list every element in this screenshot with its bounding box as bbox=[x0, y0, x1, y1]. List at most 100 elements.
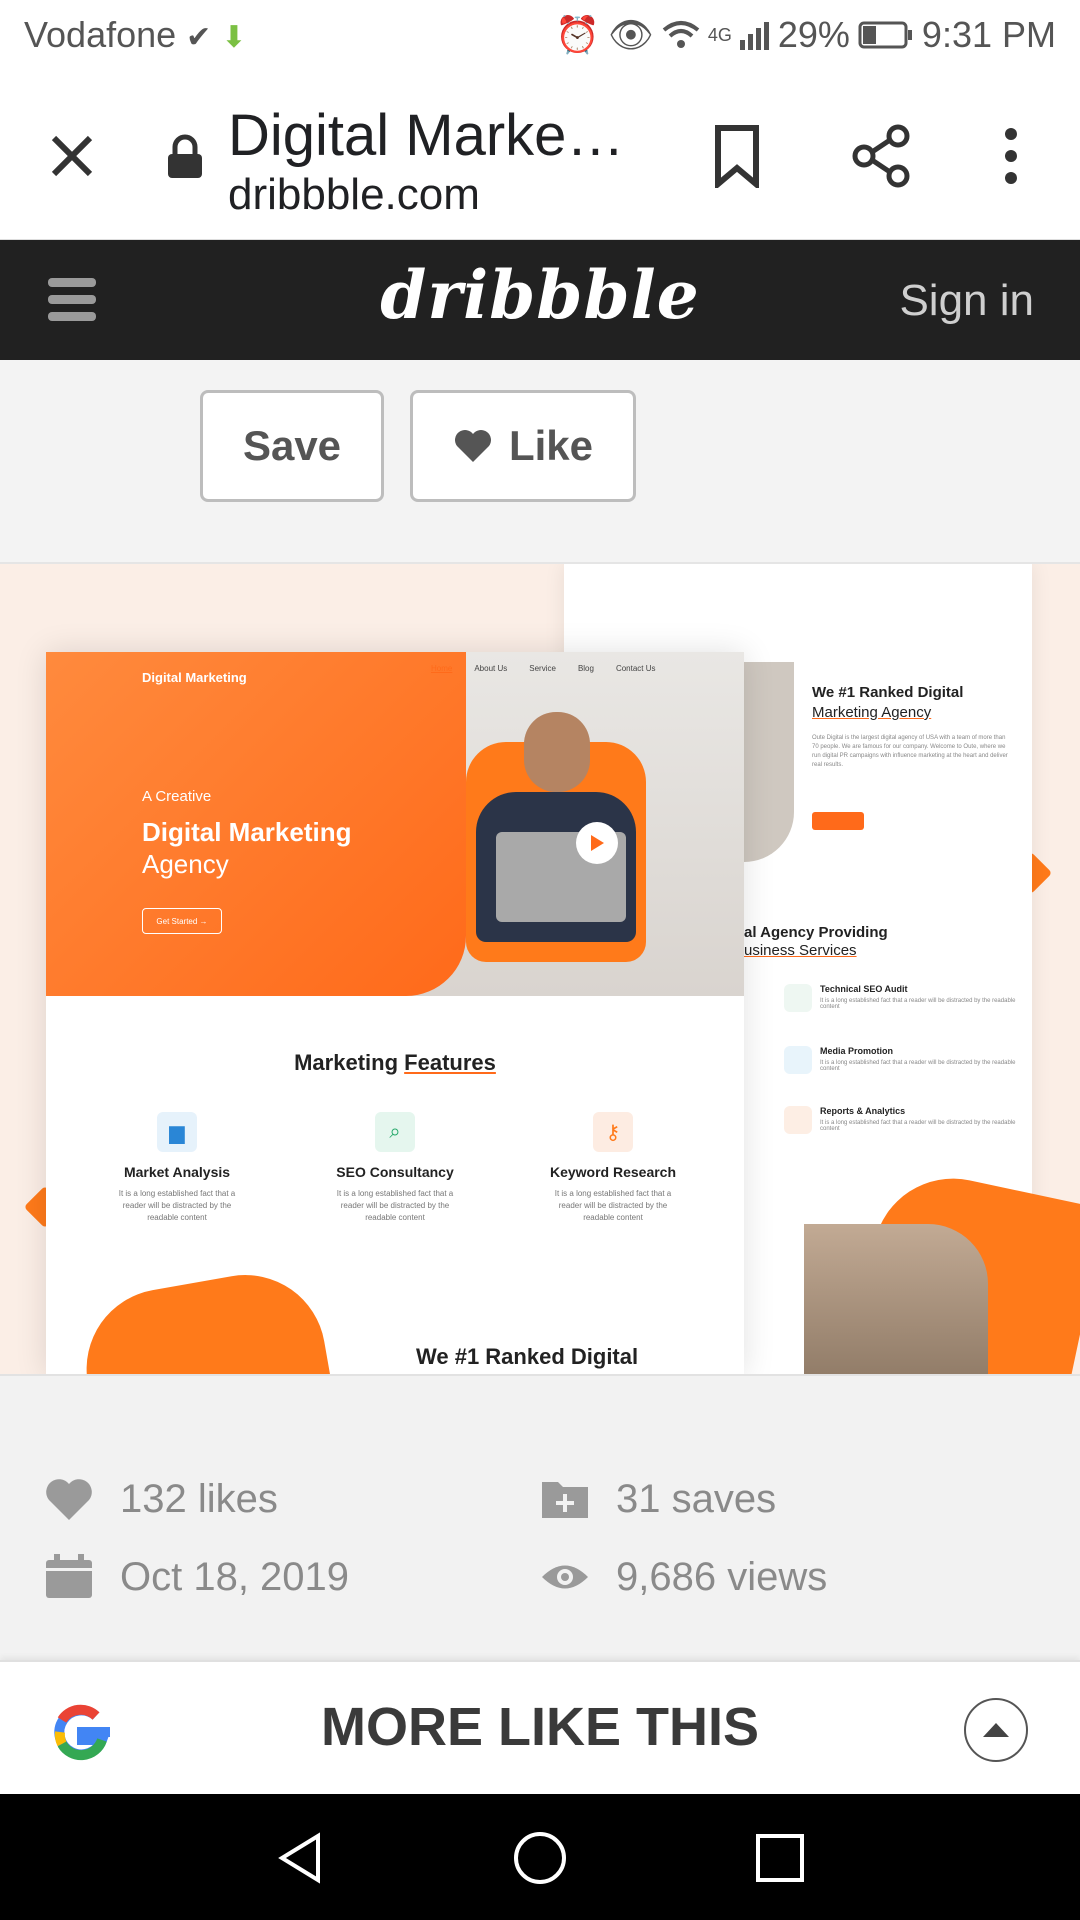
features-title-a: Marketing bbox=[294, 1050, 399, 1075]
back-learn-more-button bbox=[812, 812, 864, 830]
back-icon[interactable] bbox=[272, 1830, 328, 1886]
bar-chart-icon: ▆ bbox=[157, 1112, 197, 1152]
seo-icon bbox=[784, 984, 812, 1012]
feature-name: SEO Consultancy bbox=[336, 1164, 454, 1180]
back-section-heading: al Agency Providing bbox=[744, 924, 888, 941]
service-item: Technical SEO Audit It is a long establi… bbox=[784, 984, 1020, 1012]
clock: 9:31 PM bbox=[921, 14, 1056, 55]
shot-actions: Save Like bbox=[0, 360, 1080, 560]
battery-icon bbox=[858, 21, 912, 49]
browser-toolbar: Digital Marke… dribbble.com bbox=[0, 76, 1080, 240]
service-item: Reports & Analytics It is a long establi… bbox=[784, 1106, 1020, 1134]
close-icon[interactable] bbox=[44, 128, 100, 184]
home-icon[interactable] bbox=[512, 1830, 568, 1886]
mockup-nav-item: Home bbox=[431, 664, 453, 673]
mockup-brand: Digital Marketing bbox=[142, 670, 247, 685]
feature-name: Market Analysis bbox=[123, 1164, 231, 1180]
save-button[interactable]: Save bbox=[200, 390, 384, 502]
sign-in-link[interactable]: Sign in bbox=[899, 276, 1034, 326]
key-icon: ⚷ bbox=[593, 1112, 633, 1152]
service-desc: It is a long established fact that a rea… bbox=[820, 1120, 1016, 1132]
check-icon: ✔ bbox=[186, 21, 212, 54]
hero-title: Digital Marketing bbox=[142, 817, 352, 847]
magnifier-icon: ⌕ bbox=[375, 1112, 415, 1152]
front-bottom-heading: We #1 Ranked Digital bbox=[416, 1344, 639, 1369]
hero-kicker: A Creative bbox=[142, 788, 212, 805]
back-heading-2: Marketing Agency bbox=[812, 704, 932, 721]
play-icon bbox=[576, 822, 618, 864]
download-icon: ⬇ bbox=[221, 21, 247, 54]
calendar-icon bbox=[46, 1554, 92, 1598]
service-name: Reports & Analytics bbox=[820, 1106, 906, 1116]
feature-name: Keyword Research bbox=[549, 1164, 677, 1180]
lock-icon bbox=[168, 134, 202, 178]
save-button-label: Save bbox=[242, 422, 342, 469]
site-header: dribbble Sign in bbox=[0, 240, 1080, 360]
system-navigation-bar bbox=[0, 1794, 1080, 1920]
feature-item: ▆ Market Analysis It is a long establish… bbox=[82, 1112, 272, 1224]
heart-icon bbox=[46, 1479, 92, 1520]
like-button[interactable]: Like bbox=[410, 390, 636, 502]
views-count: 9,686 views bbox=[616, 1554, 828, 1599]
back-paragraph: Oute Digital is the largest digital agen… bbox=[812, 735, 1008, 768]
person-head-shape bbox=[524, 712, 590, 792]
bookmark-icon[interactable] bbox=[712, 124, 762, 188]
back-photo bbox=[744, 662, 794, 862]
feature-desc: It is a long established fact that a rea… bbox=[336, 1189, 454, 1222]
more-like-this-label: MORE LIKE THIS bbox=[320, 1697, 759, 1757]
mockup-nav: Home About Us Service Blog Contact Us bbox=[431, 664, 656, 673]
service-name: Media Promotion bbox=[820, 1046, 894, 1056]
service-name: Technical SEO Audit bbox=[820, 984, 908, 994]
tv-icon bbox=[784, 1046, 812, 1074]
more-options-icon[interactable] bbox=[996, 126, 1026, 186]
carrier-label: Vodafone ✔ ⬇ bbox=[24, 14, 246, 56]
recents-icon[interactable] bbox=[752, 1830, 808, 1886]
back-photo-2 bbox=[804, 1224, 988, 1374]
more-like-this-bar[interactable]: MORE LIKE THIS bbox=[0, 1660, 1080, 1794]
likes-stat: 132 likes bbox=[44, 1476, 278, 1522]
status-icons: ⏰ 👁 4G 29% 9:31 PM bbox=[555, 14, 1056, 56]
views-stat: 9,686 views bbox=[540, 1554, 827, 1600]
heart-icon bbox=[454, 430, 491, 462]
alarm-icon: ⏰ bbox=[555, 14, 601, 55]
service-desc: It is a long established fact that a rea… bbox=[820, 998, 1016, 1010]
publish-date: Oct 18, 2019 bbox=[120, 1554, 350, 1599]
page-domain[interactable]: dribbble.com bbox=[228, 170, 480, 220]
decorative-shape bbox=[73, 1262, 339, 1374]
shot-stats: 132 likes 31 saves Oct 18, 2019 9,686 vi… bbox=[0, 1374, 1080, 1660]
feature-desc: It is a long established fact that a rea… bbox=[554, 1189, 672, 1222]
hero-title-2: Agency bbox=[142, 849, 229, 879]
service-item: Media Promotion It is a long established… bbox=[784, 1046, 1020, 1074]
network-type: 4G bbox=[707, 24, 732, 45]
expand-up-icon[interactable] bbox=[964, 1698, 1028, 1762]
shot-image[interactable]: We #1 Ranked Digital Marketing Agency Ou… bbox=[0, 562, 1080, 1374]
service-desc: It is a long established fact that a rea… bbox=[820, 1060, 1016, 1072]
mockup-nav-item: Service bbox=[529, 664, 556, 673]
folder-plus-icon bbox=[542, 1482, 588, 1518]
feature-item: ⚷ Keyword Research It is a long establis… bbox=[518, 1112, 708, 1224]
mockup-nav-item: About Us bbox=[474, 664, 508, 673]
feature-desc: It is a long established fact that a rea… bbox=[118, 1189, 236, 1222]
back-heading: We #1 Ranked Digital bbox=[812, 684, 964, 701]
signal-icon bbox=[739, 22, 769, 50]
likes-count: 132 likes bbox=[120, 1476, 278, 1521]
eye-comfort-icon: 👁 bbox=[608, 14, 654, 55]
back-section-heading-2: usiness Services bbox=[744, 942, 857, 959]
saves-count: 31 saves bbox=[616, 1476, 777, 1521]
date-stat: Oct 18, 2019 bbox=[44, 1554, 349, 1600]
share-icon[interactable] bbox=[852, 124, 912, 188]
chart-icon bbox=[784, 1106, 812, 1134]
mockup-nav-item: Blog bbox=[577, 664, 594, 673]
status-bar: Vodafone ✔ ⬇ ⏰ 👁 4G 29% 9:31 PM bbox=[0, 0, 1080, 76]
mockup-nav-item: Contact Us bbox=[615, 664, 656, 673]
battery-percent: 29% bbox=[777, 14, 850, 55]
features-title-b: Features bbox=[404, 1050, 496, 1075]
carrier-name: Vodafone bbox=[24, 14, 177, 55]
eye-icon bbox=[542, 1565, 588, 1589]
page-title[interactable]: Digital Marke… bbox=[228, 102, 624, 169]
features-title: Marketing Features bbox=[46, 1050, 744, 1076]
like-button-label: Like bbox=[508, 422, 594, 469]
wifi-icon bbox=[662, 21, 700, 48]
hero-cta: Get Started → bbox=[142, 908, 222, 934]
feature-item: ⌕ SEO Consultancy It is a long establish… bbox=[300, 1112, 490, 1224]
